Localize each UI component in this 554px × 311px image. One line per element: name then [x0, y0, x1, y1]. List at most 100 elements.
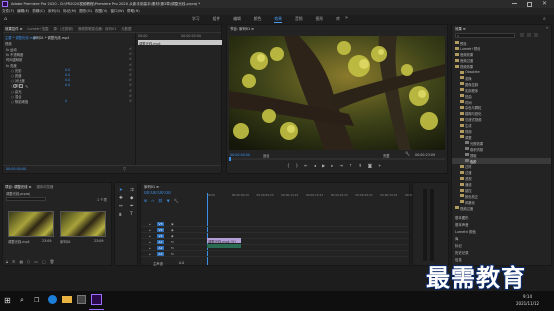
- export-frame-icon[interactable]: ◙: [368, 163, 372, 168]
- workspace-tab[interactable]: 效果: [274, 16, 282, 23]
- workspace-tab[interactable]: 学习: [192, 16, 200, 23]
- track-target[interactable]: V2: [157, 227, 164, 232]
- menu-item[interactable]: 文件(F): [2, 9, 14, 14]
- rect-mask-icon[interactable]: [19, 84, 23, 88]
- ec-property-value[interactable]: 0: [65, 99, 67, 103]
- ec-tab[interactable]: 源：(无剪辑): [53, 26, 73, 31]
- snap-icon[interactable]: ∩: [151, 198, 154, 203]
- ec-clip-bar[interactable]: 调整光线.mp4: [138, 40, 222, 46]
- wrench-icon[interactable]: 🔧︎: [405, 151, 410, 156]
- step-back-icon[interactable]: ◂: [314, 163, 316, 168]
- effects-menu-icon[interactable]: »: [546, 25, 548, 30]
- ec-sequence-label[interactable]: 序列01 * 调整光线.mp4: [33, 35, 69, 40]
- ec-property-value[interactable]: 0.0: [65, 83, 70, 87]
- track-target[interactable]: A2: [157, 245, 164, 250]
- reset-icon[interactable]: ↺: [129, 57, 132, 61]
- effects-tree-item[interactable]: 过渡: [452, 170, 551, 175]
- panel-section-header[interactable]: 基本声音: [455, 222, 469, 227]
- project-tab[interactable]: 项目: 调整光线 ≡: [5, 184, 31, 189]
- workspace-tab[interactable]: 编辑: [233, 16, 241, 23]
- ec-tab[interactable]: 音频剪辑混合器：序列01: [78, 26, 116, 31]
- track-target[interactable]: V1: [157, 233, 164, 238]
- track-lock-icon[interactable]: 🔒︎: [149, 240, 151, 244]
- slip-tool-icon[interactable]: ↔: [119, 204, 127, 209]
- effects-tree-item[interactable]: 调整: [452, 134, 551, 140]
- track-lock-icon[interactable]: 🔒︎: [149, 234, 151, 238]
- track-header[interactable]: 🔒︎ V3 ◉: [141, 221, 409, 227]
- go-to-in-icon[interactable]: ⇤: [304, 163, 308, 168]
- menu-item[interactable]: 标记(M): [63, 9, 76, 14]
- effects-tree-item[interactable]: 音频过渡: [452, 58, 551, 63]
- effects-tree-item[interactable]: Obsolete: [452, 70, 551, 76]
- effects-tree-item[interactable]: 预设: [452, 40, 551, 46]
- effects-tree-item[interactable]: 透视: [452, 176, 551, 181]
- workspace-tab[interactable]: 图形: [316, 16, 324, 23]
- effects-tree-item[interactable]: 通道: [452, 182, 551, 187]
- go-to-out-icon[interactable]: ⇥: [339, 163, 343, 168]
- mark-out-icon[interactable]: }: [296, 163, 299, 168]
- reset-icon[interactable]: ↺: [129, 73, 132, 77]
- panel-section-header[interactable]: 标记: [455, 243, 462, 248]
- add-marker-icon[interactable]: ▼: [167, 198, 170, 203]
- track-header[interactable]: 🔒︎ A2 M: [141, 245, 409, 251]
- reset-icon[interactable]: ↺: [129, 52, 132, 56]
- master-track-value[interactable]: 0.0: [179, 261, 184, 265]
- timeline-timecode[interactable]: 00:00:00:00: [144, 191, 171, 196]
- new-item-icon[interactable]: ▢: [42, 259, 46, 264]
- effects-panel-title[interactable]: 效果 ≡: [455, 26, 466, 31]
- effects-tree-item[interactable]: 生成: [452, 123, 551, 128]
- track-target[interactable]: V3: [157, 221, 164, 226]
- reset-icon[interactable]: ↺: [129, 94, 132, 98]
- pen-mask-icon[interactable]: ✎: [25, 84, 28, 89]
- program-scrub-bar[interactable]: [229, 157, 445, 161]
- extract-icon[interactable]: ⇞: [358, 163, 362, 168]
- type-tool-icon[interactable]: T: [130, 212, 138, 218]
- 32bit-filter-icon[interactable]: [527, 33, 531, 37]
- menu-item[interactable]: 帮助(H): [127, 9, 140, 14]
- effects-tree-item[interactable]: 扭曲: [452, 93, 551, 99]
- effects-tree-item[interactable]: 视频过渡: [452, 205, 551, 211]
- yuv-filter-icon[interactable]: [534, 33, 538, 37]
- search-taskbar-icon[interactable]: ⌕: [20, 296, 24, 305]
- track-header[interactable]: 🔒︎ A3 M: [141, 251, 409, 257]
- mute-icon[interactable]: M: [171, 246, 174, 250]
- ec-property-value[interactable]: 0.0: [65, 73, 70, 77]
- razor-tool-icon[interactable]: ◆: [130, 196, 138, 201]
- menu-item[interactable]: 视图(V): [95, 9, 107, 14]
- ec-footer-timecode[interactable]: 00:00:00:00: [6, 167, 26, 171]
- track-lock-icon[interactable]: 🔒︎: [149, 246, 151, 250]
- eye-icon[interactable]: ◉: [171, 228, 174, 232]
- project-search-box[interactable]: [6, 197, 46, 201]
- reset-icon[interactable]: ↺: [129, 78, 132, 82]
- store-icon[interactable]: [77, 295, 86, 304]
- effects-tree-item[interactable]: 颜色校正: [452, 193, 551, 199]
- reset-icon[interactable]: ↺: [129, 47, 132, 51]
- effects-tree-item[interactable]: 实用程序: [452, 87, 551, 93]
- ec-property-value[interactable]: 0.0: [65, 68, 70, 72]
- reset-icon[interactable]: ↺: [129, 83, 132, 87]
- icon-view-icon[interactable]: ▦: [19, 259, 23, 264]
- effects-tree-item[interactable]: 变换: [452, 75, 551, 81]
- effects-search-box[interactable]: ⌕: [455, 33, 515, 38]
- program-monitor-title[interactable]: 节目: 序列01 ≡: [230, 26, 254, 31]
- timeline-title[interactable]: 序列01 ≡: [144, 184, 159, 189]
- effects-tree-item[interactable]: Lumetri 预设: [452, 46, 551, 51]
- panel-section-header[interactable]: 基本图形: [455, 215, 469, 220]
- premiere-taskbar-icon[interactable]: [91, 294, 102, 305]
- timeline-ruler[interactable]: 00:00 00:00:04:23 00:00:09:23 00:00:14:23 00…: [207, 193, 422, 199]
- track-header[interactable]: 🔒︎ A1 M: [141, 239, 409, 245]
- project-clip-2[interactable]: 序列01 23:09: [60, 211, 106, 244]
- effects-tree-item[interactable]: 图像控制: [452, 81, 551, 87]
- effects-tree-item[interactable]: 色阶: [452, 158, 551, 164]
- ripple-edit-icon[interactable]: ✚: [119, 196, 127, 201]
- reset-icon[interactable]: ↺: [129, 89, 132, 93]
- play-icon[interactable]: ▶: [322, 163, 325, 168]
- trash-icon[interactable]: 🗑︎: [50, 259, 55, 264]
- workspace-tab[interactable]: 库: [336, 16, 340, 23]
- track-target[interactable]: A3: [157, 251, 164, 256]
- program-timecode[interactable]: 00:00:00:00: [230, 153, 250, 157]
- menu-item[interactable]: 编辑(E): [17, 9, 29, 14]
- workspace-tab[interactable]: 音频: [295, 16, 303, 23]
- zoom-slider-icon[interactable]: ○: [27, 259, 30, 264]
- ec-property-value[interactable]: 0.0: [65, 78, 70, 82]
